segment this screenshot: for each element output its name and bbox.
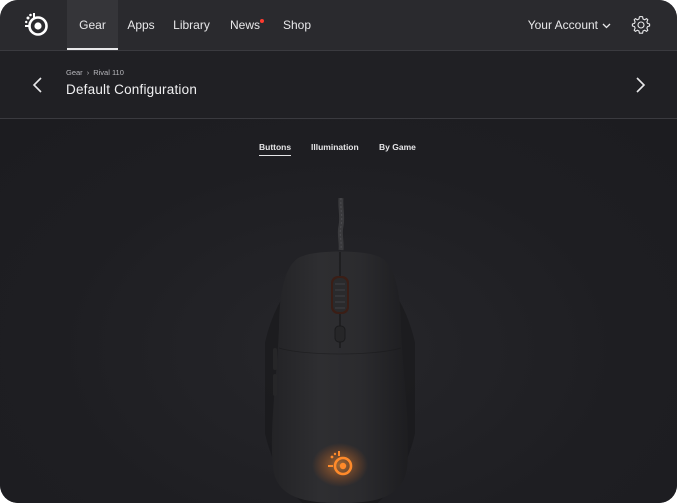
steelseries-logo-icon[interactable]	[24, 12, 50, 38]
news-notification-badge	[260, 19, 264, 23]
nav-tab-news[interactable]: News	[229, 0, 261, 50]
app-window: Gear Apps Library News Shop Your Account…	[0, 0, 677, 503]
page-header: Gear › Rival 110 Default Configuration	[0, 51, 677, 119]
top-nav-bar: Gear Apps Library News Shop Your Account	[0, 0, 677, 51]
nav-tab-shop[interactable]: Shop	[282, 0, 312, 50]
tab-by-game[interactable]: By Game	[379, 142, 416, 152]
account-menu-button[interactable]: Your Account	[528, 0, 611, 50]
mouse-device-image	[265, 198, 415, 503]
nav-tab-gear[interactable]: Gear	[67, 0, 118, 50]
nav-tab-apps[interactable]: Apps	[124, 0, 158, 50]
gear-icon[interactable]	[631, 15, 651, 35]
breadcrumb-separator-icon: ›	[86, 68, 90, 77]
tab-illumination[interactable]: Illumination	[311, 142, 359, 152]
nav-tab-library[interactable]: Library	[171, 0, 212, 50]
account-label: Your Account	[527, 18, 598, 32]
nav-tab-label: News	[229, 18, 260, 32]
page-title: Default Configuration	[66, 82, 198, 97]
breadcrumb-item-gear[interactable]: Gear	[66, 68, 83, 77]
breadcrumb: Gear › Rival 110	[66, 68, 124, 77]
chevron-left-icon[interactable]	[30, 75, 46, 95]
nav-tab-label: Gear	[79, 18, 106, 32]
config-tabs: Buttons Illumination By Game	[0, 142, 677, 158]
chevron-right-icon[interactable]	[632, 75, 648, 95]
nav-tab-label: Apps	[127, 18, 155, 32]
tab-buttons[interactable]: Buttons	[259, 142, 292, 156]
chevron-down-icon	[602, 23, 611, 29]
nav-tab-label: Library	[173, 18, 210, 32]
nav-tab-label: Shop	[282, 18, 312, 32]
breadcrumb-item-device[interactable]: Rival 110	[93, 68, 124, 77]
